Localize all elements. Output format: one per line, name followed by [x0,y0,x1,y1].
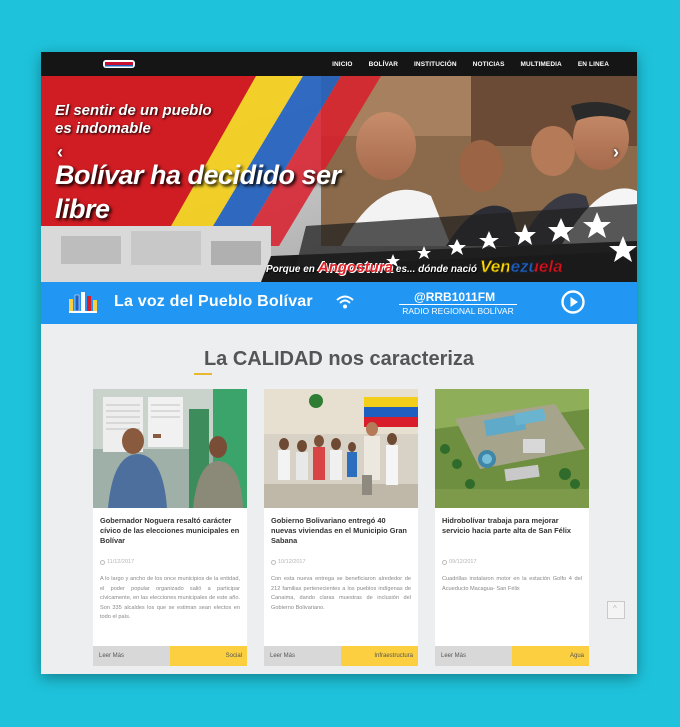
card-footer: Leer Más Infraestructura [264,646,418,666]
nav-institucion[interactable]: INSTITUCIÓN [406,61,465,68]
hero-banner: El sentir de un pueblo es indomable Bolí… [41,76,637,282]
clock-icon [100,559,105,565]
news-card[interactable]: Gobernador Noguera resaltó carácter cívi… [93,389,247,666]
category-tag[interactable]: Social [170,646,247,666]
equalizer-icon [69,292,97,313]
radio-handle: @RRB1011FM [414,290,496,304]
slogan-part-1: Porque en [266,264,315,275]
news-image[interactable] [435,389,589,508]
news-excerpt: Cuadrillas instalaron motor en la estaci… [442,576,582,592]
radio-divider [399,304,517,305]
news-title[interactable]: Gobierno Bolivariano entregó 40 nuevas v… [271,516,413,546]
read-more-link[interactable]: Leer Más [264,646,341,666]
news-image[interactable] [93,389,247,508]
clock-icon [442,559,447,565]
section-title: La CALIDAD nos caracteriza [41,348,637,375]
category-tag[interactable]: Agua [512,646,589,666]
news-title[interactable]: Gobernador Noguera resaltó carácter cívi… [100,516,242,546]
news-date: 11/12/2017 [100,559,134,565]
card-footer: Leer Más Social [93,646,247,666]
nav-en-linea[interactable]: EN LINEA [570,61,617,68]
slogan-part-4: Venezuela [480,257,563,276]
news-date-text: 11/12/2017 [107,559,135,565]
card-footer: Leer Más Agua [435,646,589,666]
section-title-text: La CALIDAD nos caracteriza [203,348,475,370]
browser-page: INICIO BOLÍVAR INSTITUCIÓN NOTICIAS MULT… [41,52,637,674]
nav-noticias[interactable]: NOTICIAS [465,61,513,68]
top-navbar: INICIO BOLÍVAR INSTITUCIÓN NOTICIAS MULT… [41,52,637,76]
nav-multimedia[interactable]: MULTIMEDIA [513,61,570,68]
radio-player-bar: La voz del Pueblo Bolívar @RRB1011FM RAD… [41,282,637,324]
category-tag[interactable]: Infraestructura [341,646,418,666]
radio-title: La voz del Pueblo Bolívar [114,293,313,310]
chevron-up-icon: ^ [613,604,617,613]
news-date-text: 09/12/2017 [449,559,477,565]
news-excerpt: Con esta nueva entrega se beneficiaron a… [271,576,411,611]
news-date: 10/12/2017 [271,559,306,565]
news-title[interactable]: Hidrobolívar trabaja para mejorar servic… [442,516,584,536]
carousel-next-arrow-icon[interactable]: › [613,142,619,163]
play-button-icon[interactable] [561,290,585,314]
news-excerpt: A lo largo y ancho de los once municipio… [100,576,240,620]
nav-inicio[interactable]: INICIO [324,61,360,68]
news-card[interactable]: Gobierno Bolivariano entregó 40 nuevas v… [264,389,418,666]
read-more-link[interactable]: Leer Más [435,646,512,666]
news-image[interactable] [264,389,418,508]
news-date: 09/12/2017 [442,559,477,565]
news-date-text: 10/12/2017 [278,559,306,565]
hero-headline: Bolívar ha decidido ser libre [55,160,341,224]
site-logo[interactable] [103,58,135,70]
slogan-part-3: es... dónde nació [395,264,478,275]
broadcast-icon [336,295,354,309]
scroll-to-top-button[interactable]: ^ [607,601,625,619]
nav-bolivar[interactable]: BOLÍVAR [361,61,406,68]
news-card[interactable]: Hidrobolívar trabaja para mejorar servic… [435,389,589,666]
hero-slogan: Porque en Angostura es... dónde nació Ve… [266,257,563,277]
carousel-prev-arrow-icon[interactable]: ‹ [57,142,63,163]
radio-station-name: RADIO REGIONAL BOLÍVAR [402,306,514,316]
clock-icon [271,559,276,565]
hero-tagline: El sentir de un pueblo es indomable [55,102,212,137]
title-underline [194,373,212,375]
read-more-link[interactable]: Leer Más [93,646,170,666]
slogan-part-2: Angostura [317,259,393,276]
main-nav: INICIO BOLÍVAR INSTITUCIÓN NOTICIAS MULT… [324,52,617,76]
